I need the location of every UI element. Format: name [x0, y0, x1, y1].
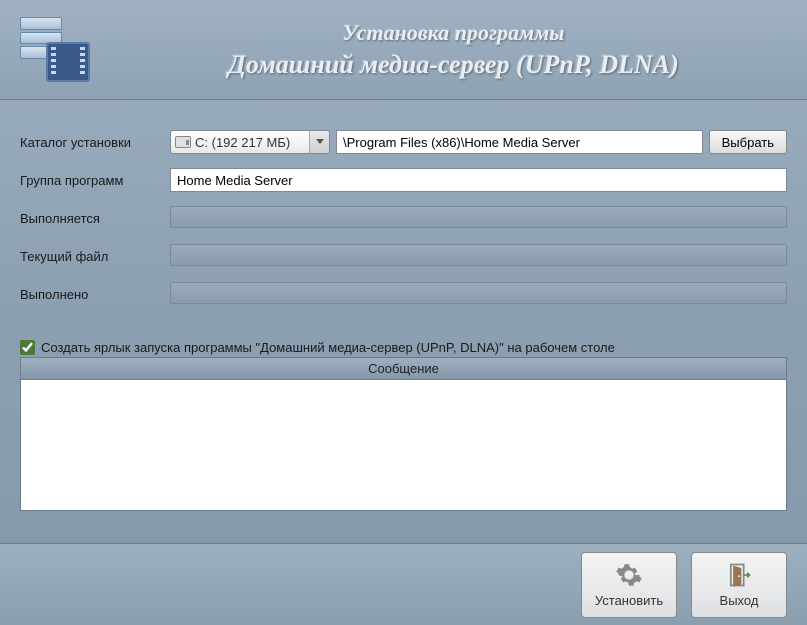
gear-icon	[615, 561, 643, 589]
install-dir-label: Каталог установки	[20, 135, 170, 150]
header: Установка программы Домашний медиа-серве…	[0, 0, 807, 100]
door-icon	[725, 561, 753, 589]
drive-select[interactable]: C: (192 217 МБ)	[170, 130, 330, 154]
install-path-input[interactable]	[336, 130, 703, 154]
desktop-shortcut-row: Создать ярлык запуска программы "Домашни…	[20, 340, 787, 355]
current-file-bar	[170, 244, 787, 266]
executing-bar	[170, 206, 787, 228]
chevron-down-icon[interactable]	[309, 131, 329, 153]
drive-text: C: (192 217 МБ)	[195, 135, 290, 150]
install-button[interactable]: Установить	[581, 552, 677, 618]
desktop-shortcut-checkbox[interactable]	[20, 340, 35, 355]
form-area: Каталог установки C: (192 217 МБ) Выбрат…	[0, 100, 807, 330]
header-titles: Установка программы Домашний медиа-серве…	[120, 20, 787, 80]
desktop-shortcut-label: Создать ярлык запуска программы "Домашни…	[41, 340, 615, 355]
exit-button-label: Выход	[720, 593, 759, 608]
footer: Установить Выход	[0, 543, 807, 625]
completed-bar	[170, 282, 787, 304]
app-icon	[20, 17, 90, 82]
executing-label: Выполняется	[20, 211, 170, 226]
install-button-label: Установить	[595, 593, 663, 608]
messages-body	[21, 380, 786, 510]
header-title-1: Установка программы	[120, 20, 787, 46]
messages-panel: Сообщение	[20, 357, 787, 511]
completed-label: Выполнено	[20, 287, 170, 302]
exit-button[interactable]: Выход	[691, 552, 787, 618]
drive-icon	[175, 136, 191, 148]
program-group-input[interactable]	[170, 168, 787, 192]
browse-button[interactable]: Выбрать	[709, 130, 787, 154]
header-title-2: Домашний медиа-сервер (UPnP, DLNA)	[120, 50, 787, 80]
program-group-label: Группа программ	[20, 173, 170, 188]
current-file-label: Текущий файл	[20, 249, 170, 264]
messages-header: Сообщение	[21, 358, 786, 380]
